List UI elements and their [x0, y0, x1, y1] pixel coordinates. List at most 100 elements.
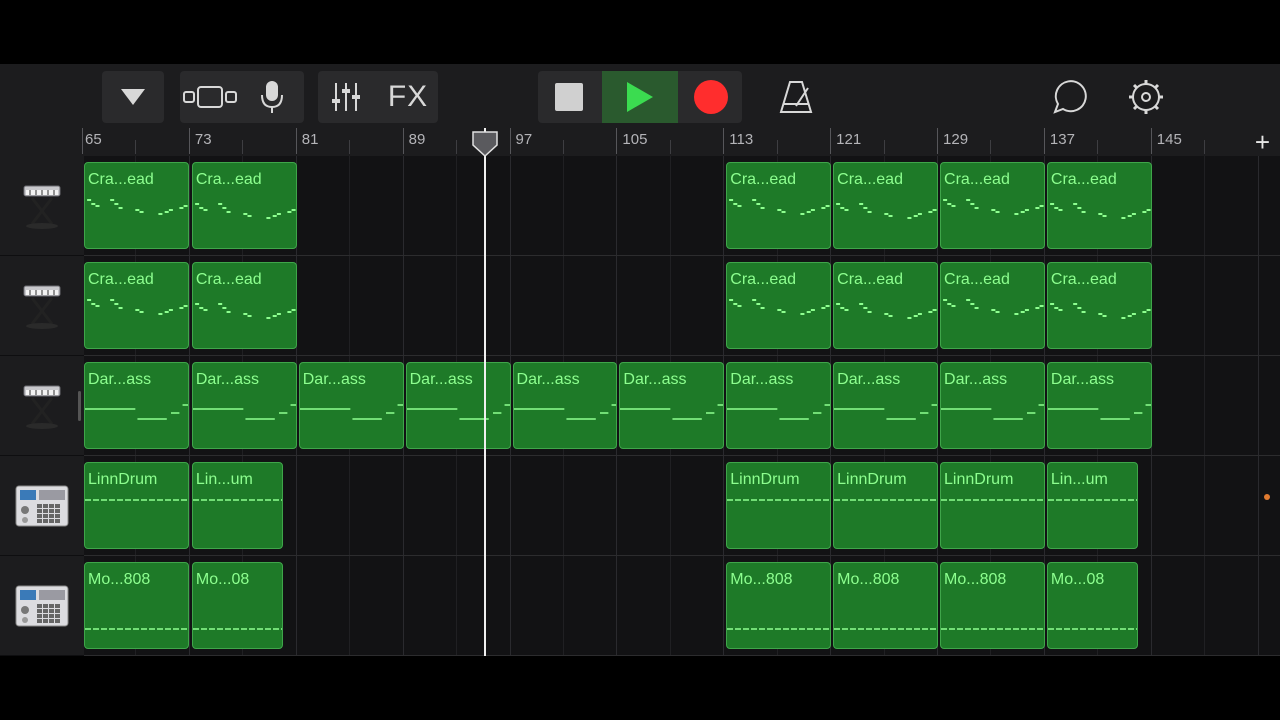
region[interactable]: Dar...ass: [84, 362, 189, 449]
region[interactable]: Cra...ead: [726, 162, 832, 249]
region[interactable]: Dar...ass: [833, 362, 939, 449]
region[interactable]: LinnDrum: [833, 462, 939, 549]
timeline-ruler[interactable]: 65 73 81 89 97 105 113 121 129 137 145 +: [0, 128, 1280, 157]
note-preview: [727, 499, 831, 501]
region[interactable]: Dar...ass: [619, 362, 725, 449]
region[interactable]: Cra...ead: [833, 162, 939, 249]
ruler-bar-number: 129: [943, 131, 969, 148]
region[interactable]: Cra...ead: [833, 262, 939, 349]
track-header[interactable]: [0, 256, 84, 356]
region[interactable]: Dar...ass: [726, 362, 832, 449]
play-icon: [627, 82, 653, 112]
track-header[interactable]: [0, 556, 84, 656]
region[interactable]: Dar...ass: [191, 362, 297, 449]
note-preview: [513, 404, 617, 420]
keyboard-synth-icon: [23, 385, 61, 429]
region[interactable]: LinnDrum: [84, 462, 189, 549]
track-headers: [0, 156, 84, 656]
region[interactable]: Lin...um: [191, 462, 284, 549]
note-preview: [192, 628, 283, 630]
metronome-button[interactable]: [770, 71, 822, 123]
loop-icon: [1053, 80, 1087, 114]
region[interactable]: Cra...ead: [191, 162, 297, 249]
add-track-button[interactable]: +: [1255, 128, 1270, 156]
region[interactable]: Dar...ass: [512, 362, 618, 449]
note-preview: [729, 199, 830, 215]
ruler-bar-number: 97: [515, 131, 533, 148]
note-preview: [85, 628, 188, 630]
loop-browser-button[interactable]: [1044, 71, 1092, 123]
region[interactable]: Cra...ead: [940, 262, 1045, 349]
ruler-sub-tick: [776, 140, 778, 154]
region[interactable]: Dar...ass: [1046, 362, 1152, 449]
region[interactable]: Mo...08: [191, 562, 284, 649]
note-preview: [834, 404, 938, 420]
region[interactable]: Cra...ead: [84, 162, 189, 249]
note-preview: [620, 404, 724, 420]
ruler-bar-tick: [616, 128, 618, 154]
note-preview: [85, 404, 188, 420]
mixer-button[interactable]: [318, 71, 374, 123]
ruler-sub-tick: [669, 140, 671, 154]
region[interactable]: Cra...ead: [191, 262, 297, 349]
track-header[interactable]: [0, 356, 84, 456]
region[interactable]: Mo...808: [940, 562, 1045, 649]
region[interactable]: Mo...808: [726, 562, 832, 649]
ruler-bar-tick: [402, 128, 404, 154]
region[interactable]: LinnDrum: [940, 462, 1045, 549]
region[interactable]: Lin...um: [1046, 462, 1139, 549]
track-header[interactable]: [0, 156, 84, 256]
note-preview: [727, 404, 831, 420]
settings-gear-icon: [1129, 80, 1163, 114]
ruler-sub-tick: [242, 140, 244, 154]
note-preview: [299, 404, 403, 420]
region[interactable]: Mo...08: [1046, 562, 1139, 649]
lane-separator: [84, 455, 1280, 456]
fx-button[interactable]: FX: [378, 71, 438, 123]
toolbar: FX: [0, 64, 1280, 128]
tracks-view-icon: [183, 86, 237, 108]
note-preview: [1050, 203, 1151, 219]
track-header[interactable]: [0, 456, 84, 556]
region[interactable]: Cra...ead: [940, 162, 1045, 249]
region[interactable]: LinnDrum: [726, 462, 832, 549]
region[interactable]: Dar...ass: [298, 362, 404, 449]
record-button[interactable]: [680, 71, 742, 123]
ruler-bar-tick: [1043, 128, 1045, 154]
stop-icon: [555, 83, 583, 111]
region[interactable]: Cra...ead: [1046, 162, 1152, 249]
microphone-button[interactable]: [244, 71, 300, 123]
track-lanes[interactable]: Cra...ead Cra...ead Cra...ead Cra...ead Cra.…: [84, 156, 1280, 656]
ruler-sub-tick: [456, 140, 458, 154]
ruler-bar-number: 73: [194, 131, 212, 148]
playhead-handle[interactable]: [472, 131, 498, 157]
note-preview: [834, 499, 938, 501]
settings-button[interactable]: [1122, 71, 1170, 123]
region[interactable]: Cra...ead: [726, 262, 832, 349]
region[interactable]: Cra...ead: [1046, 262, 1152, 349]
note-preview: [941, 404, 1044, 420]
note-preview: [836, 303, 937, 319]
drum-machine-icon: [15, 585, 69, 626]
ruler-sub-tick: [1097, 140, 1099, 154]
tracks-view-button[interactable]: [180, 71, 240, 123]
lane-separator: [84, 655, 1280, 656]
ruler-sub-tick: [562, 140, 564, 154]
region[interactable]: Mo...808: [84, 562, 189, 649]
region[interactable]: Mo...808: [833, 562, 939, 649]
play-button[interactable]: [602, 71, 678, 123]
lane-separator: [84, 555, 1280, 556]
note-preview: [1050, 303, 1151, 319]
ruler-bar-tick: [188, 128, 190, 154]
note-preview: [194, 203, 296, 219]
region[interactable]: Dar...ass: [940, 362, 1045, 449]
ruler-sub-tick: [990, 140, 992, 154]
note-preview: [87, 299, 188, 315]
region[interactable]: Dar...ass: [405, 362, 511, 449]
ruler-sub-tick: [135, 140, 137, 154]
browser-toggle-button[interactable]: [102, 71, 164, 123]
stop-button[interactable]: [538, 71, 600, 123]
ruler-bar-number: 89: [408, 131, 426, 148]
ruler-bar-number: 65: [85, 131, 102, 148]
region[interactable]: Cra...ead: [84, 262, 189, 349]
